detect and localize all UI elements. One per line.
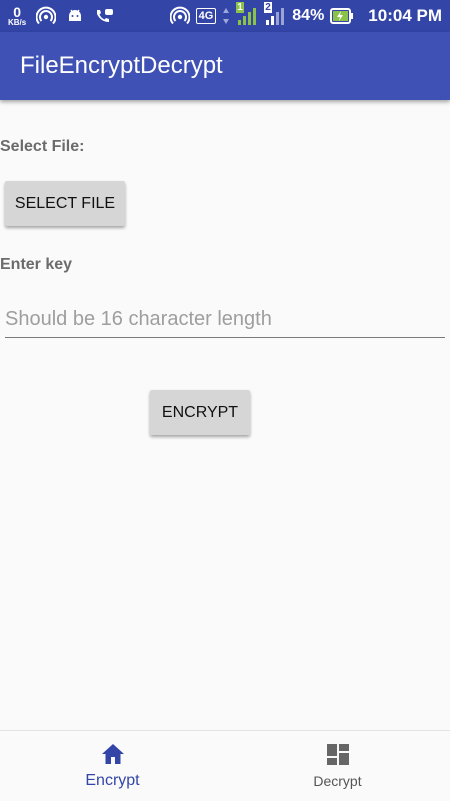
call-chat-icon <box>97 9 114 22</box>
network-speed-value: 0 <box>13 4 22 20</box>
select-file-label: Select File: <box>0 138 85 155</box>
network-speed: 0 KB/s <box>8 5 26 27</box>
nav-item-encrypt[interactable]: Encrypt <box>0 731 225 801</box>
signal-sim2: 2 <box>264 2 286 27</box>
home-icon <box>101 744 124 764</box>
nav-label-decrypt: Decrypt <box>313 773 362 789</box>
network-speed-unit: KB/s <box>8 18 27 27</box>
status-bar-right: 4G 1 2 84% 10:04 PM <box>169 2 442 27</box>
battery-charging-icon <box>330 8 354 24</box>
dashboard-icon <box>326 744 349 765</box>
key-label: Enter key <box>0 256 73 273</box>
key-input[interactable] <box>5 302 445 338</box>
battery-percent: 84% <box>292 7 325 24</box>
select-file-button[interactable]: SELECT FILE <box>5 181 125 226</box>
status-bar: 0 KB/s 4G 1 2 84% 10:04 PM <box>0 0 450 32</box>
hotspot-icon <box>36 6 57 25</box>
nav-label-encrypt: Encrypt <box>85 772 140 789</box>
status-bar-left: 0 KB/s <box>8 5 114 27</box>
signal-sim1: 1 <box>236 2 258 27</box>
sim2-label: 2 <box>264 2 272 13</box>
android-icon <box>69 9 82 21</box>
nav-item-decrypt[interactable]: Decrypt <box>225 731 450 801</box>
sim1-label: 1 <box>236 2 244 13</box>
encrypt-button[interactable]: ENCRYPT <box>150 390 250 435</box>
network-type-badge: 4G <box>195 8 217 24</box>
hotspot-icon <box>169 6 190 25</box>
bottom-navigation: Encrypt Decrypt <box>0 730 450 801</box>
data-arrows-icon <box>223 8 230 24</box>
app-bar: FileEncryptDecrypt <box>0 32 450 100</box>
page-title: FileEncryptDecrypt <box>20 52 223 79</box>
clock: 10:04 PM <box>368 6 442 25</box>
